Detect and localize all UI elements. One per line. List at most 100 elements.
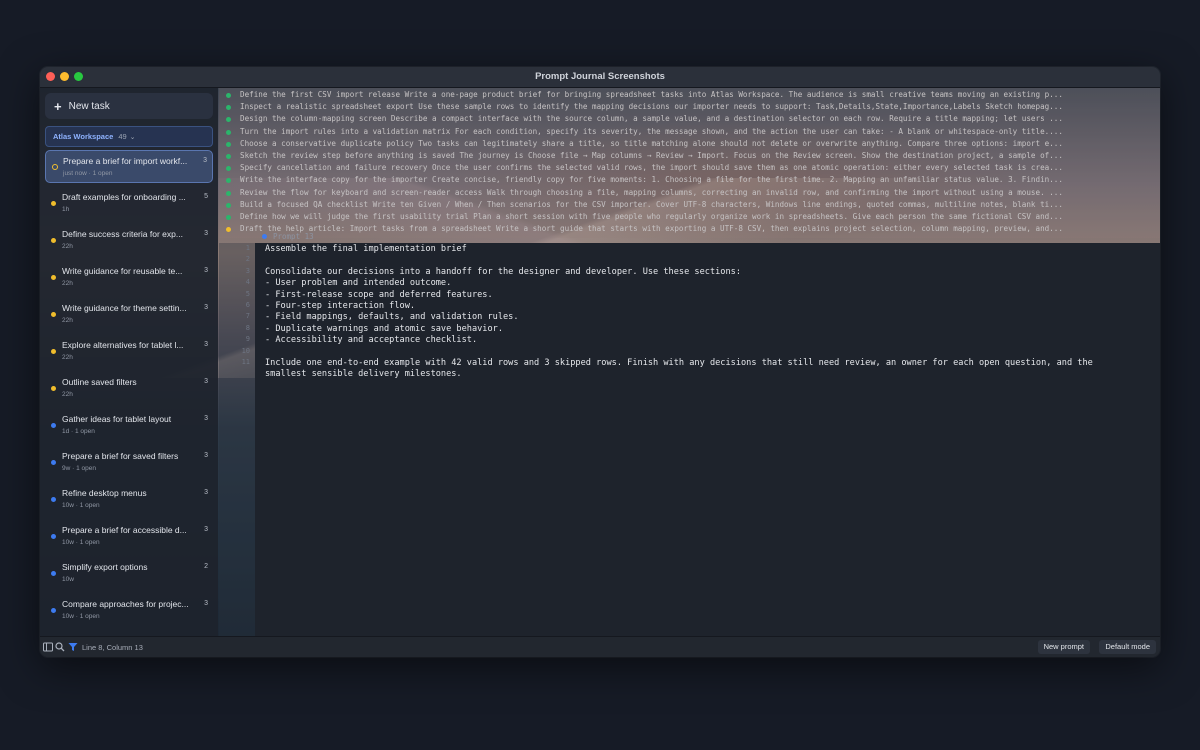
prompt-history-item[interactable]: Define the first CSV import release Writ… — [219, 89, 1160, 101]
task-meta: 10w · 1 open — [62, 502, 100, 509]
editor-line: - Field mappings, defaults, and validati… — [265, 312, 519, 323]
prompt-status-dot — [226, 141, 231, 147]
task-meta: 22h — [62, 317, 73, 324]
task-status-dot — [51, 386, 56, 391]
task-item[interactable]: Prepare a brief for accessible d... 10w ·… — [45, 520, 213, 553]
mode-selector-button[interactable]: Default mode — [1099, 640, 1156, 654]
prompt-status-dot — [226, 202, 231, 208]
prompt-status-dot — [226, 105, 231, 111]
line-number: 6 — [245, 301, 250, 309]
prompt-status-dot — [226, 166, 231, 172]
prompt-history-item[interactable]: Sketch the review step before anything i… — [219, 150, 1160, 162]
editor-line: - User problem and intended outcome. — [265, 278, 452, 289]
prompt-status-dot — [226, 227, 231, 233]
task-meta: 1h — [62, 206, 70, 213]
task-item[interactable]: Gather ideas for tablet layout 1d · 1 ope… — [45, 409, 213, 442]
task-item[interactable]: Prepare a brief for saved filters 9w · 1 … — [45, 446, 213, 479]
task-title: Prepare a brief for import workf... — [63, 156, 188, 166]
line-number: 2 — [245, 255, 250, 264]
search-icon[interactable] — [55, 642, 65, 652]
prompt-history-text: Design the column-mapping screen Describ… — [240, 114, 1063, 124]
task-item[interactable]: Simplify export options 10w 2 — [45, 557, 213, 590]
workspace-selector[interactable]: Atlas Workspace 49 ⌄ — [45, 126, 213, 147]
task-count: 3 — [204, 267, 208, 274]
task-meta: 22h — [62, 280, 73, 287]
prompt-history-item[interactable]: Draft the help article: Import tasks fro… — [219, 223, 1160, 235]
task-title: Compare approaches for projec... — [62, 599, 189, 609]
prompt-label-text: Prompt 13 — [273, 232, 314, 241]
minimize-window-button[interactable] — [60, 72, 69, 81]
editor-line: Consolidate our decisions into a handoff… — [265, 266, 741, 277]
new-prompt-button[interactable]: New prompt — [1037, 640, 1090, 654]
editor-line: - Accessibility and acceptance checklist… — [265, 335, 478, 346]
task-title: Simplify export options — [62, 562, 148, 572]
filter-icon[interactable] — [68, 642, 78, 652]
prompt-history-text: Write the interface copy for the importe… — [240, 175, 1063, 185]
prompt-status-dot — [226, 129, 231, 135]
task-status-dot — [51, 460, 56, 465]
task-item[interactable]: Outline saved filters 22h 3 — [45, 372, 213, 405]
prompt-history-text: Define how we will judge the first usabi… — [240, 212, 1063, 221]
line-number: 8 — [245, 323, 250, 332]
task-status-dot — [51, 238, 56, 243]
task-item[interactable]: Prepare a brief for import workf... just … — [45, 150, 213, 183]
zoom-window-button[interactable] — [74, 72, 83, 81]
line-number: 5 — [245, 289, 250, 298]
prompt-status-dot — [262, 234, 267, 239]
prompt-history-item[interactable]: Write the interface copy for the importe… — [219, 174, 1160, 186]
task-title: Write guidance for reusable te... — [62, 266, 183, 276]
task-meta: 22h — [62, 243, 73, 250]
task-meta: 22h — [62, 354, 73, 361]
prompt-history-item[interactable]: Build a focused QA checklist Write ten G… — [219, 199, 1160, 211]
task-meta: 10w · 1 open — [62, 539, 100, 546]
prompt-history-item[interactable]: Design the column-mapping screen Describ… — [219, 113, 1160, 125]
task-count: 5 — [204, 193, 208, 200]
task-meta: just now · 1 open — [63, 170, 113, 177]
plus-icon: + — [54, 98, 62, 114]
prompt-status-dot — [226, 215, 231, 220]
line-number: 9 — [245, 335, 250, 344]
task-title: Write guidance for theme settin... — [62, 303, 187, 313]
editor-line: - Duplicate warnings and atomic save beh… — [265, 323, 503, 334]
task-status-dot — [51, 312, 56, 317]
prompt-history-item[interactable]: Define how we will judge the first usabi… — [219, 211, 1160, 223]
prompt-status-dot — [226, 93, 231, 98]
task-item[interactable]: Compare approaches for projec... 10w · 1 … — [45, 594, 213, 627]
task-count: 3 — [204, 304, 208, 311]
prompt-history-text: Turn the import rules into a validation … — [240, 126, 1063, 136]
task-item[interactable]: Explore alternatives for tablet l... 22h 3 — [45, 335, 213, 368]
prompt-editor[interactable]: Assemble the final implementation brief C… — [255, 243, 1160, 637]
task-item[interactable]: Write guidance for reusable te... 22h 3 — [45, 261, 213, 294]
current-prompt-label: Prompt 13 — [262, 232, 314, 241]
task-status-dot — [51, 349, 56, 354]
editor-line: - Four-step interaction flow. — [265, 301, 416, 311]
editor-line: Assemble the final implementation brief — [265, 244, 467, 254]
chevron-down-icon: ⌄ — [129, 133, 136, 141]
task-item[interactable]: Draft examples for onboarding ... 1h 5 — [45, 187, 213, 220]
new-task-button[interactable]: + New task — [45, 93, 213, 119]
task-title: Define success criteria for exp... — [62, 229, 183, 239]
task-count: 3 — [204, 452, 208, 459]
task-status-dot — [51, 201, 56, 206]
prompt-history-item[interactable]: Turn the import rules into a validation … — [219, 126, 1160, 138]
line-number: 1 — [245, 244, 250, 252]
close-window-button[interactable] — [46, 72, 55, 81]
task-title: Outline saved filters — [62, 377, 137, 387]
task-count: 3 — [204, 415, 208, 422]
prompt-history-text: Define the first CSV import release Writ… — [240, 90, 1063, 99]
sidebar-toggle-icon[interactable] — [43, 642, 53, 652]
prompt-history-item[interactable]: Specify cancellation and failure recover… — [219, 162, 1160, 174]
task-status-dot — [51, 497, 56, 502]
prompt-history-text: Draft the help article: Import tasks fro… — [240, 224, 1063, 234]
prompt-history-item[interactable]: Review the flow for keyboard and screen-… — [219, 187, 1160, 199]
task-item[interactable]: Refine desktop menus 10w · 1 open 3 — [45, 483, 213, 516]
prompt-history-text: Choose a conservative duplicate policy T… — [240, 138, 1063, 148]
task-status-dot — [51, 534, 56, 539]
prompt-status-dot — [226, 154, 231, 159]
prompt-history-item[interactable]: Choose a conservative duplicate policy T… — [219, 138, 1160, 150]
prompt-history-item[interactable]: Inspect a realistic spreadsheet export U… — [219, 101, 1160, 113]
prompt-history-text: Inspect a realistic spreadsheet export U… — [240, 102, 1063, 112]
task-item[interactable]: Define success criteria for exp... 22h 3 — [45, 224, 213, 257]
line-number: 7 — [245, 312, 250, 321]
task-item[interactable]: Write guidance for theme settin... 22h 3 — [45, 298, 213, 331]
